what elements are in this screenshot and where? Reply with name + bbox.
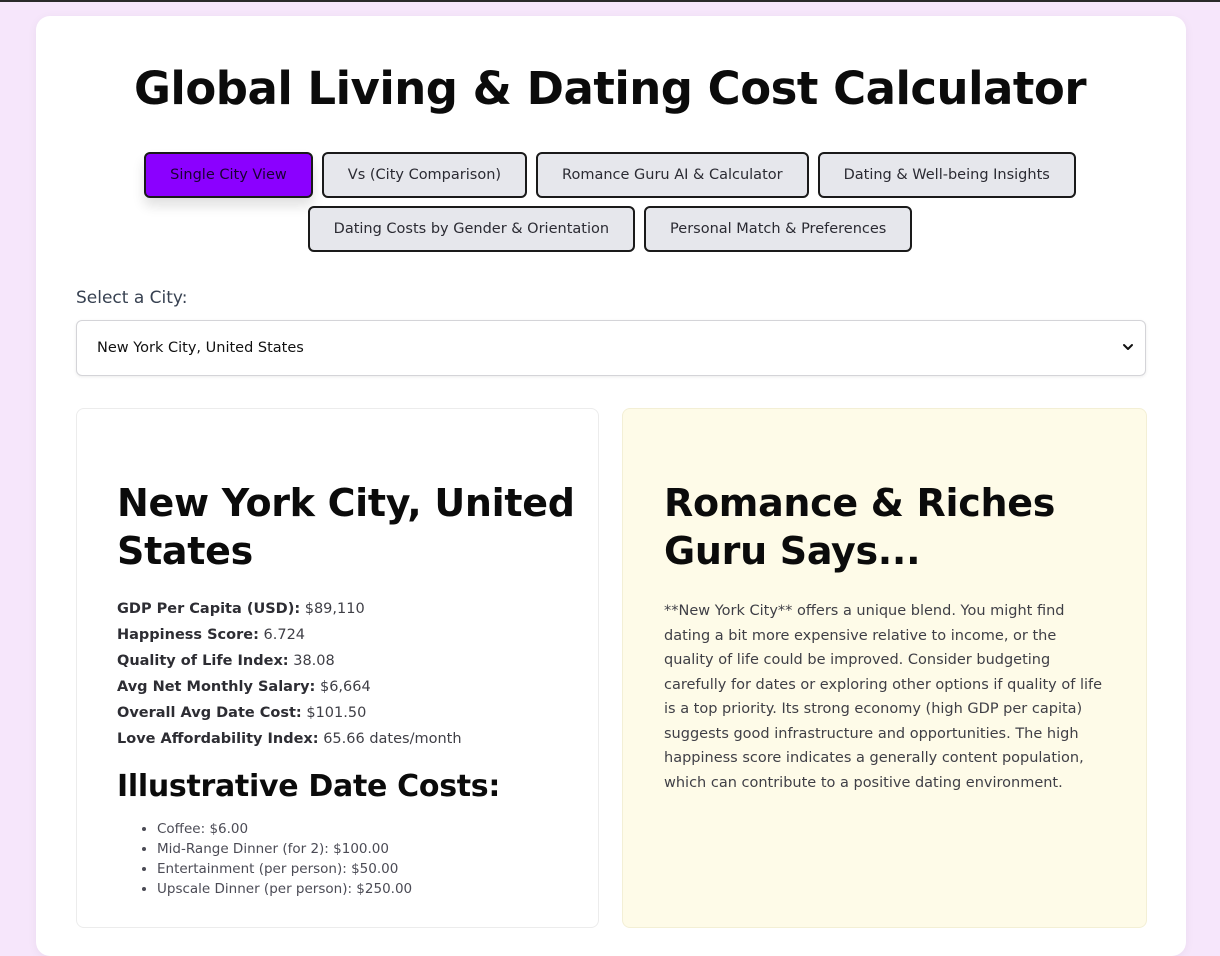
tab-single-city-view[interactable]: Single City View <box>144 152 313 198</box>
tab-city-comparison[interactable]: Vs (City Comparison) <box>321 152 528 198</box>
list-item: Upscale Dinner (per person): $250.00 <box>157 879 412 899</box>
page-title: Global Living & Dating Cost Calculator <box>133 62 1087 115</box>
stat-value: 38.08 <box>293 653 335 669</box>
city-select-label: Select a City: <box>76 288 188 308</box>
list-item: Coffee: $6.00 <box>157 819 412 839</box>
stat-label: GDP Per Capita (USD): <box>117 601 301 617</box>
tab-romance-guru-calculator[interactable]: Romance Guru AI & Calculator <box>536 152 809 198</box>
date-costs-list: Coffee: $6.00 Mid-Range Dinner (for 2): … <box>157 819 412 899</box>
city-details-panel: New York City, United States GDP Per Cap… <box>76 408 599 928</box>
stat-gdp: GDP Per Capita (USD): $89,110 <box>117 596 577 622</box>
stat-value: $101.50 <box>306 705 367 721</box>
stat-label: Quality of Life Index: <box>117 653 289 669</box>
date-costs-heading: Illustrative Date Costs: <box>117 769 501 804</box>
guru-heading: Romance & Riches Guru Says... <box>664 481 1056 573</box>
stat-quality-of-life: Quality of Life Index: 38.08 <box>117 648 577 674</box>
list-item: Mid-Range Dinner (for 2): $100.00 <box>157 839 412 859</box>
list-item: Entertainment (per person): $50.00 <box>157 859 412 879</box>
city-heading: New York City, United States <box>117 481 575 573</box>
stat-avg-date-cost: Overall Avg Date Cost: $101.50 <box>117 700 577 726</box>
stat-label: Avg Net Monthly Salary: <box>117 679 316 695</box>
tab-bar-row-2: Dating Costs by Gender & Orientation Per… <box>0 206 1220 252</box>
stat-net-salary: Avg Net Monthly Salary: $6,664 <box>117 674 577 700</box>
city-select[interactable]: New York City, United States <box>76 320 1146 376</box>
stat-happiness: Happiness Score: 6.724 <box>117 622 577 648</box>
tab-dating-costs-gender-orientation[interactable]: Dating Costs by Gender & Orientation <box>307 206 636 252</box>
stat-value: 65.66 dates/month <box>323 731 462 747</box>
stat-value: $6,664 <box>319 679 371 695</box>
window-top-border <box>0 0 1220 2</box>
stat-value: 6.724 <box>263 627 306 643</box>
city-select-value: New York City, United States <box>97 340 304 356</box>
chevron-down-icon <box>1123 344 1133 350</box>
tab-dating-wellbeing-insights[interactable]: Dating & Well-being Insights <box>817 152 1076 198</box>
stat-love-affordability: Love Affordability Index: 65.66 dates/mo… <box>117 726 577 752</box>
city-stats: GDP Per Capita (USD): $89,110 Happiness … <box>117 596 577 752</box>
stat-label: Overall Avg Date Cost: <box>117 705 302 721</box>
stat-label: Love Affordability Index: <box>117 731 319 747</box>
tab-bar-row-1: Single City View Vs (City Comparison) Ro… <box>0 152 1220 198</box>
guru-advice-text: **New York City** offers a unique blend.… <box>664 603 1103 791</box>
guru-panel: Romance & Riches Guru Says... **New York… <box>622 408 1147 928</box>
stat-value: $89,110 <box>304 601 365 617</box>
tab-personal-match-preferences[interactable]: Personal Match & Preferences <box>644 206 913 252</box>
stat-label: Happiness Score: <box>117 627 259 643</box>
